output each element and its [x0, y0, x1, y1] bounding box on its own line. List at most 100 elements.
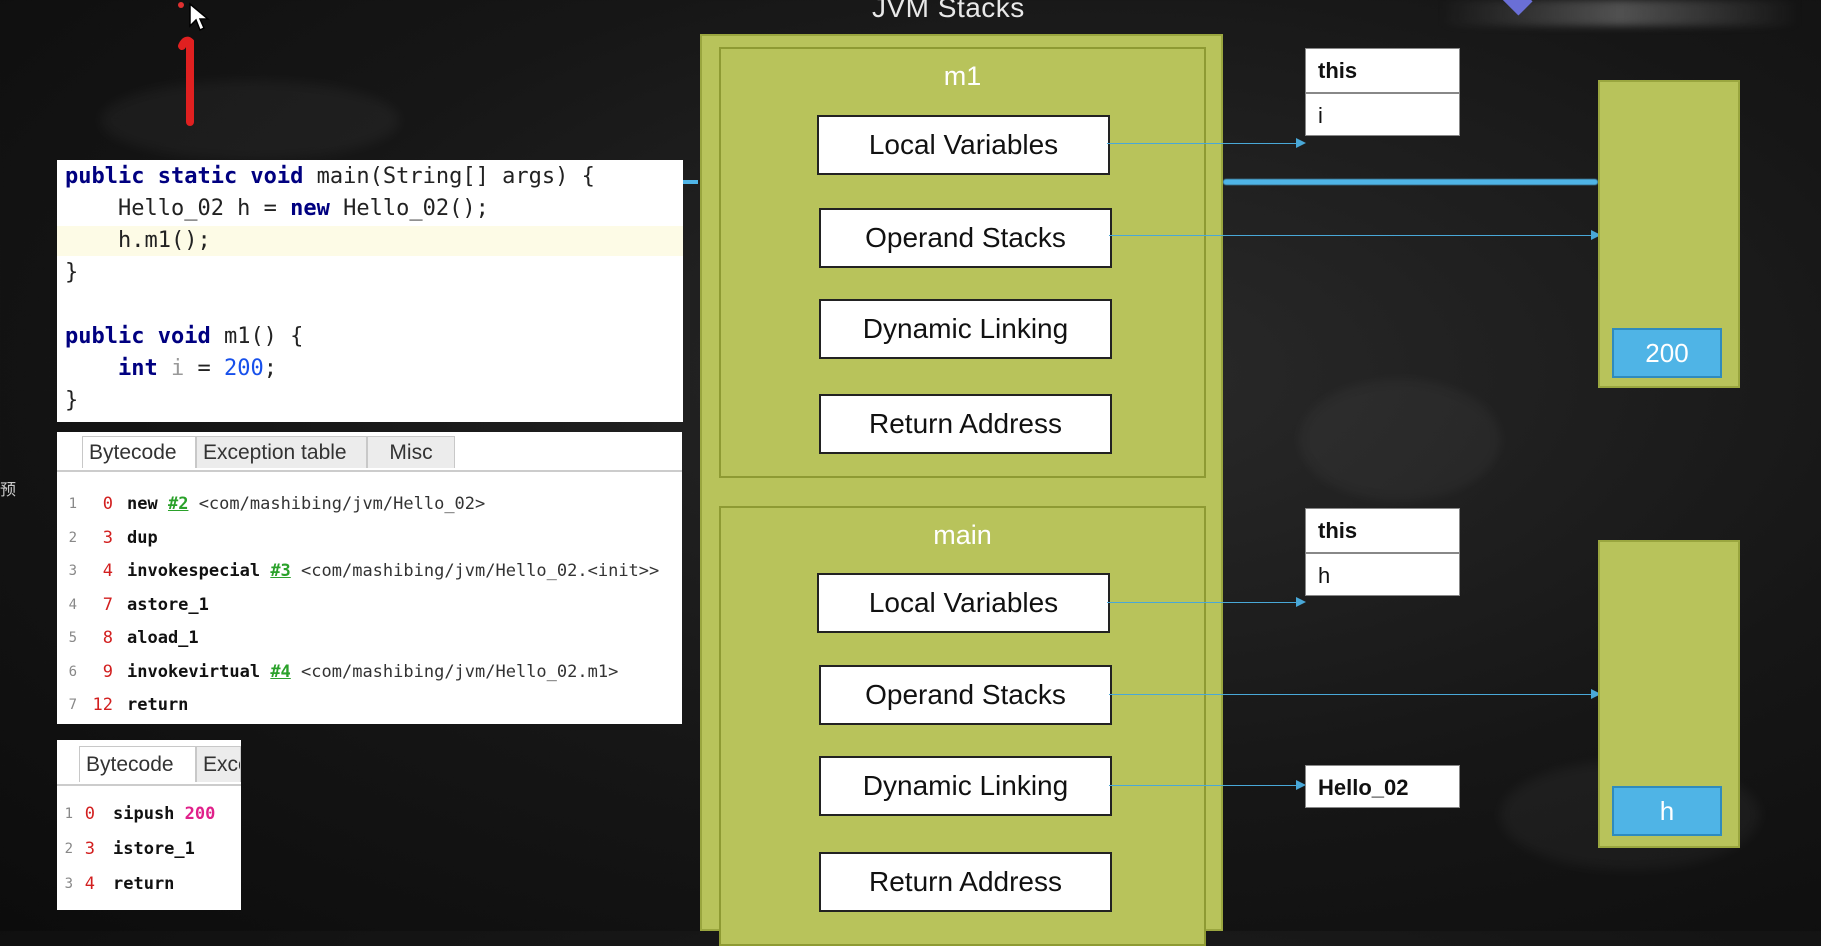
bytecode-offset: 8	[102, 628, 113, 648]
return-address-box: Return Address	[819, 852, 1112, 912]
bytecode-row[interactable]: 7 12 return	[57, 689, 682, 721]
line-number: 4	[68, 596, 77, 613]
arrow-line	[1107, 602, 1302, 603]
chalk-link-line	[1223, 179, 1598, 185]
arrow-head-icon	[1296, 138, 1306, 148]
tab-exception-table[interactable]: Exce	[196, 746, 241, 782]
line-number: 5	[68, 630, 77, 646]
slide-title: JVM Stacks	[872, 0, 1025, 23]
chalk-smudge	[100, 80, 400, 160]
bytecode-comment: <com/mashibing/jvm/Hello_02>	[188, 494, 486, 514]
lv-slot: this	[1318, 58, 1358, 83]
lv-slot: i	[1306, 92, 1459, 135]
dynamic-link-label: Hello_02	[1318, 775, 1409, 800]
line-number: 1	[64, 806, 73, 822]
local-variable-table-m1: this i	[1305, 48, 1460, 136]
code-line: public static void main(String[] args) {	[65, 164, 595, 189]
bytecode-row[interactable]: 2 3 istore_1	[57, 833, 241, 865]
bytecode-offset: 12	[92, 695, 113, 715]
dynamic-linking-box: Dynamic Linking	[819, 756, 1112, 816]
bytecode-offset: 0	[84, 804, 95, 824]
bytecode-instruction: astore_1	[127, 594, 209, 615]
line-number: 6	[68, 663, 77, 680]
bytecode-panel-main: Bytecode Exception table Misc 1 0 new #2 <…	[57, 432, 682, 724]
bytecode-offset: 7	[102, 594, 113, 615]
stack-value-box: h	[1612, 786, 1722, 836]
arrow-line	[1109, 235, 1597, 236]
line-number: 2	[64, 841, 73, 857]
arrow-line	[1109, 785, 1302, 786]
dynamic-linking-box: Dynamic Linking	[819, 299, 1112, 359]
line-number: 7	[68, 697, 77, 713]
bytecode-tab-strip: Bytecode Exce	[57, 740, 241, 786]
local-variables-box: Local Variables	[817, 115, 1110, 175]
lv-slot: this	[1318, 518, 1358, 543]
code-line: h.m1();	[65, 228, 211, 253]
bytecode-offset: 4	[84, 874, 95, 894]
operand-stacks-box: Operand Stacks	[819, 665, 1112, 725]
lv-slot: h	[1306, 552, 1459, 595]
line-number: 2	[68, 529, 77, 546]
tab-bytecode[interactable]: Bytecode	[82, 436, 196, 468]
chalk-smudge	[1300, 380, 1500, 500]
dynamic-link-target: Hello_02	[1305, 765, 1460, 808]
bytecode-offset: 3	[102, 527, 113, 548]
bytecode-instruction: return	[113, 874, 175, 894]
line-number: 1	[68, 496, 77, 512]
bytecode-row[interactable]: 4 7 astore_1	[57, 589, 682, 621]
bytecode-offset: 0	[102, 494, 113, 514]
arrow-line	[1109, 694, 1597, 695]
bytecode-row[interactable]: 1 0 new #2 <com/mashibing/jvm/Hello_02>	[57, 488, 682, 520]
bytecode-offset: 3	[84, 839, 95, 859]
bytecode-row[interactable]: 2 3 dup	[57, 522, 682, 554]
bytecode-row[interactable]: 3 4 invokespecial #3 <com/mashibing/jvm/He…	[57, 555, 682, 587]
arrow-line	[1107, 143, 1302, 144]
bytecode-tab-strip: Bytecode Exception table Misc	[57, 432, 682, 472]
code-line: Hello_02 h = new Hello_02();	[65, 196, 489, 221]
bytecode-offset: 4	[102, 561, 113, 581]
tab-misc[interactable]: Misc	[367, 436, 455, 468]
bytecode-instruction: invokevirtual #4 <com/mashibing/jvm/Hell…	[127, 661, 619, 682]
operand-stacks-box: Operand Stacks	[819, 208, 1112, 268]
bytecode-instruction: aload_1	[127, 628, 199, 648]
code-line: public void m1() {	[65, 324, 304, 349]
code-line: int i = 200;	[117, 356, 277, 381]
operand-stack-column-main: h	[1598, 540, 1740, 848]
constant-pool-ref-link[interactable]: #4	[270, 662, 290, 682]
cursor-icon	[189, 2, 210, 32]
tab-bytecode[interactable]: Bytecode	[79, 746, 196, 782]
bytecode-offset: 9	[102, 661, 113, 682]
bytecode-instruction: sipush 200	[113, 804, 216, 824]
chalk-link-line	[683, 180, 698, 184]
local-variables-box: Local Variables	[817, 573, 1110, 633]
bytecode-instruction: dup	[127, 527, 158, 548]
source-code-panel: public static void main(String[] args) {…	[57, 160, 683, 422]
constant-pool-ref-link[interactable]: #3	[270, 561, 290, 581]
bytecode-comment: <com/mashibing/jvm/Hello_02.m1>	[290, 661, 619, 682]
bytecode-comment: <com/mashibing/jvm/Hello_02.<init>>	[290, 561, 660, 581]
line-number: 3	[64, 876, 73, 892]
local-variable-table-main: this h	[1305, 508, 1460, 596]
constant-pool-ref-link[interactable]: #2	[168, 494, 188, 514]
bytecode-row[interactable]: 6 9 invokevirtual #4 <com/mashibing/jvm/He…	[57, 656, 682, 688]
bytecode-operand: 200	[184, 804, 216, 824]
code-line: }	[65, 260, 79, 285]
tab-exception-table[interactable]: Exception table	[196, 436, 367, 468]
code-line: }	[65, 388, 79, 413]
stack-value-box: 200	[1612, 328, 1722, 378]
bytecode-row[interactable]: 1 0 sipush 200	[57, 798, 241, 830]
bytecode-row[interactable]: 3 4 return	[57, 868, 241, 900]
cursor-dot	[178, 2, 184, 8]
stack-frame-m1: m1 Local Variables Operand Stacks Dynami…	[719, 47, 1206, 478]
stack-frame-main: main Local Variables Operand Stacks Dyna…	[719, 506, 1206, 946]
operand-stack-column-m1: 200	[1598, 80, 1740, 388]
bytecode-instruction: new #2 <com/mashibing/jvm/Hello_02>	[127, 494, 486, 514]
bytecode-row[interactable]: 5 8 aload_1	[57, 622, 682, 654]
jvm-stack: m1 Local Variables Operand Stacks Dynami…	[700, 34, 1223, 946]
bytecode-panel-m1: Bytecode Exce 10sipush 20023istore_134re…	[57, 740, 241, 910]
arrow-head-icon	[1296, 597, 1306, 607]
bytecode-instruction: return	[127, 695, 189, 715]
frame-title: m1	[943, 61, 982, 91]
side-label: 预	[0, 482, 17, 499]
bytecode-instruction: invokespecial #3 <com/mashibing/jvm/Hell…	[127, 561, 660, 581]
